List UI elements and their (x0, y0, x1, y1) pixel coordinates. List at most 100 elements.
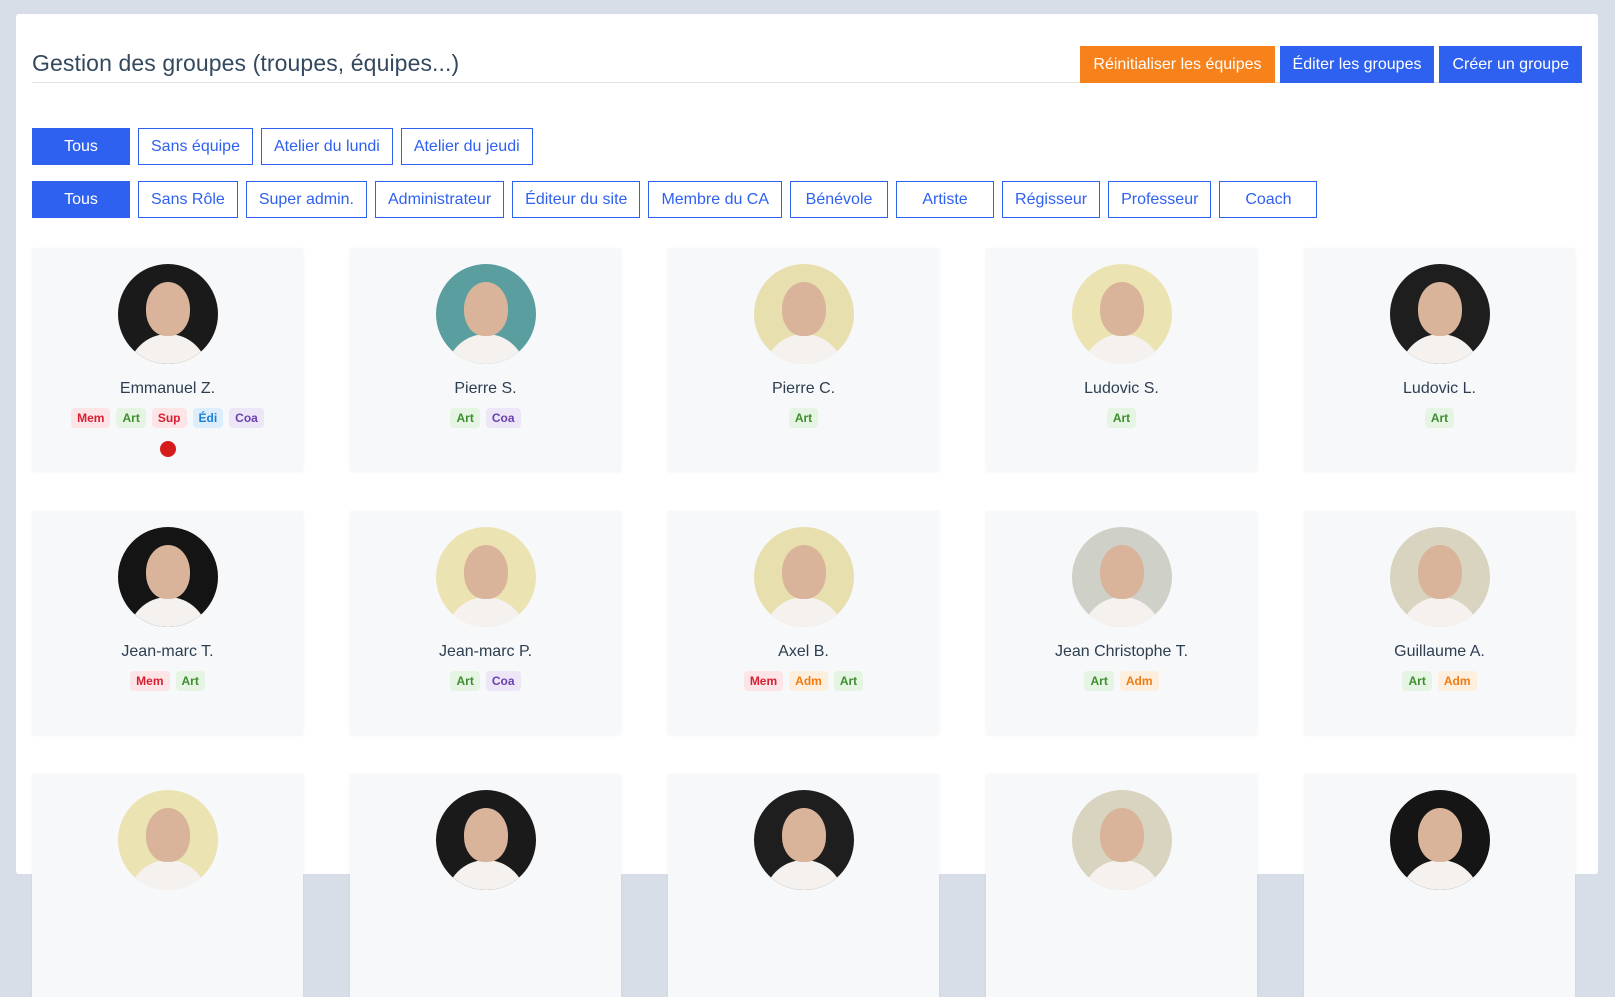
avatar-shirt (1399, 597, 1480, 627)
role-tag: Art (450, 408, 480, 428)
member-card[interactable]: Jean-marc T. Mem Art (32, 511, 303, 734)
member-card[interactable]: Jean-marc P. Art Coa (350, 511, 621, 734)
avatar-shirt (445, 860, 526, 890)
avatar (117, 264, 218, 364)
avatar-face (1099, 282, 1144, 336)
role-tag: Mem (71, 408, 111, 428)
avatar-face (1417, 545, 1462, 599)
member-name: Jean-marc T. (121, 643, 214, 660)
role-filter-coach[interactable]: Coach (1219, 181, 1318, 218)
role-tags: Mem Adm Art (668, 671, 939, 691)
avatar-shirt (1399, 860, 1480, 890)
avatar-shirt (1081, 597, 1162, 627)
role-filter-benevole[interactable]: Bénévole (790, 181, 889, 218)
member-card[interactable]: Emmanuel Z. Mem Art Sup Édi Coa (32, 248, 303, 471)
role-tag: Art (1106, 408, 1137, 428)
avatar (435, 527, 536, 627)
role-tags: Art Coa (350, 408, 621, 428)
team-filter-atelier-du-jeudi[interactable]: Atelier du jeudi (400, 128, 533, 165)
member-card[interactable]: Guillaume A. Art Adm (1304, 511, 1575, 734)
role-tags: Mem Art (32, 671, 303, 691)
avatar (435, 264, 536, 364)
role-tags: Art Coa (350, 671, 621, 691)
member-name: Jean-marc P. (438, 643, 533, 660)
member-card[interactable]: Jean Christophe T. Art Adm (986, 511, 1257, 734)
main-panel: Gestion des groupes (troupes, équipes...… (16, 14, 1598, 997)
role-tag: Art (833, 671, 864, 691)
role-tag: Adm (789, 671, 828, 691)
role-filter-super-admin[interactable]: Super admin. (245, 181, 367, 218)
team-filter-tous[interactable]: Tous (32, 128, 130, 165)
member-card[interactable]: Pierre C. Art (668, 248, 939, 471)
avatar (753, 790, 854, 890)
member-card[interactable]: Ludovic L. Art (1304, 248, 1575, 471)
role-filter-tous[interactable]: Tous (32, 181, 130, 218)
status-dot (159, 441, 176, 457)
role-filter-professeur[interactable]: Professeur (1108, 181, 1212, 218)
role-filter-editeur-du-site[interactable]: Éditeur du site (512, 181, 641, 218)
avatar (1071, 790, 1172, 890)
team-filter-row: Tous Sans équipe Atelier du lundi Atelier d… (32, 128, 533, 165)
avatar-face (1099, 545, 1144, 599)
role-tag: Art (1402, 671, 1432, 691)
avatar (435, 790, 536, 890)
avatar (117, 790, 218, 890)
role-tag: Mem (130, 671, 170, 691)
avatar-face (463, 808, 508, 862)
avatar-shirt (127, 597, 208, 627)
avatar-face (781, 282, 826, 336)
avatar (1071, 264, 1172, 364)
avatar-shirt (127, 334, 208, 364)
member-card[interactable] (668, 774, 939, 997)
member-card[interactable] (1304, 774, 1575, 997)
create-group-button[interactable]: Créer un groupe (1439, 46, 1582, 83)
role-tag: Coa (485, 408, 521, 428)
member-name: Pierre S. (454, 380, 517, 397)
member-card[interactable] (350, 774, 621, 997)
avatar-face (781, 808, 826, 862)
member-card[interactable] (986, 774, 1257, 997)
member-card[interactable]: Pierre S. Art Coa (350, 248, 621, 471)
avatar-shirt (763, 597, 844, 627)
avatar-shirt (1081, 334, 1162, 364)
role-filter-administrateur[interactable]: Administrateur (375, 181, 505, 218)
reset-teams-button[interactable]: Réinitialiser les équipes (1080, 46, 1275, 83)
role-filter-artiste[interactable]: Artiste (896, 181, 995, 218)
avatar-face (145, 282, 190, 336)
member-card[interactable]: Axel B. Mem Adm Art (668, 511, 939, 734)
avatar-face (781, 545, 826, 599)
avatar-face (145, 808, 190, 862)
role-tag: Coa (485, 671, 521, 691)
role-tag: Art (1424, 408, 1455, 428)
role-tag: Édi (192, 408, 224, 428)
avatar-shirt (445, 597, 526, 627)
page-title: Gestion des groupes (troupes, équipes...… (32, 50, 460, 76)
avatar (1389, 527, 1490, 627)
avatar-face (463, 282, 508, 336)
member-card[interactable] (32, 774, 303, 997)
avatar-shirt (445, 334, 526, 364)
role-tags: Art Adm (986, 671, 1257, 691)
avatar (1071, 527, 1172, 627)
role-tag: Adm (1119, 671, 1159, 691)
avatar-shirt (127, 860, 208, 890)
role-filter-membre-du-ca[interactable]: Membre du CA (648, 181, 783, 218)
role-filter-sans-role[interactable]: Sans Rôle (138, 181, 238, 218)
avatar-face (1417, 282, 1462, 336)
role-tag: Art (450, 671, 480, 691)
team-filter-atelier-du-lundi[interactable]: Atelier du lundi (260, 128, 393, 165)
member-name: Guillaume A. (1394, 643, 1485, 660)
role-tags: Art Adm (1304, 671, 1575, 691)
avatar (753, 264, 854, 364)
member-name: Ludovic S. (1084, 380, 1159, 397)
avatar-shirt (1399, 334, 1480, 364)
team-filter-sans-equipe[interactable]: Sans équipe (138, 128, 253, 165)
member-name: Ludovic L. (1403, 380, 1476, 397)
avatar-face (463, 545, 508, 599)
role-tags: Art (668, 408, 939, 428)
role-tags: Art (1304, 408, 1575, 428)
member-card[interactable]: Ludovic S. Art (986, 248, 1257, 471)
avatar-shirt (763, 860, 844, 890)
edit-groups-button[interactable]: Éditer les groupes (1279, 46, 1435, 83)
role-filter-regisseur[interactable]: Régisseur (1002, 181, 1101, 218)
